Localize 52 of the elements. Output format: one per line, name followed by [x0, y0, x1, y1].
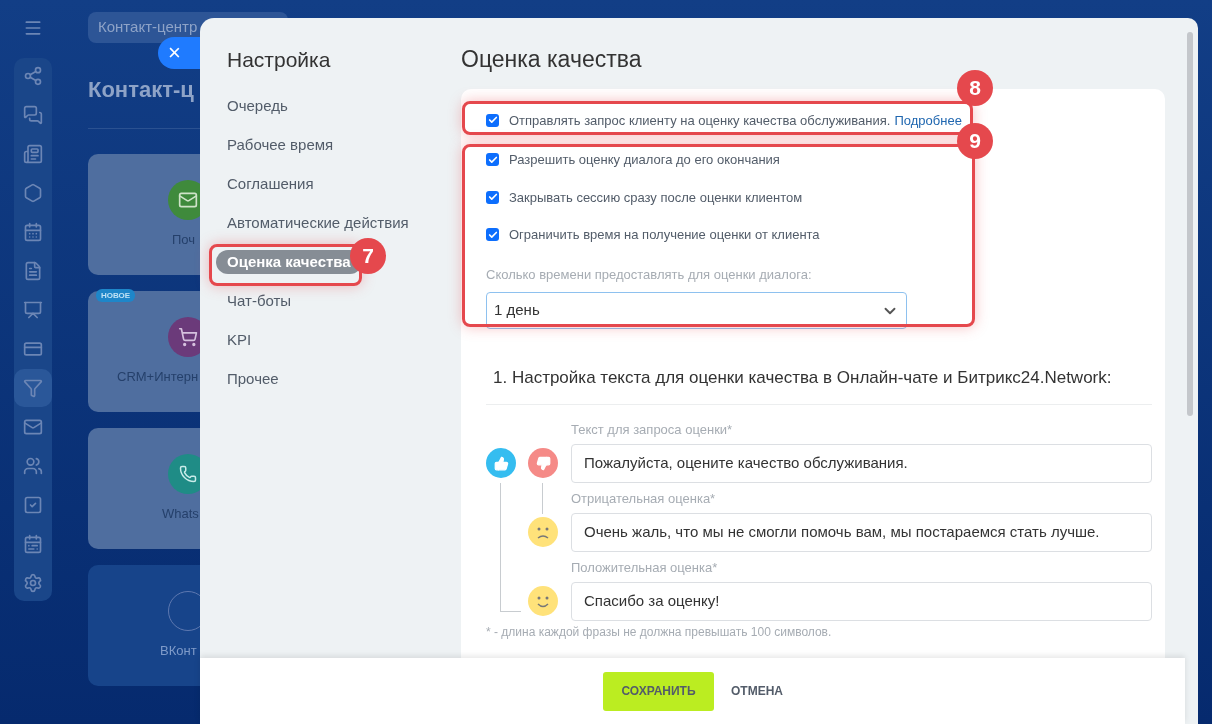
- board-icon[interactable]: [23, 300, 43, 320]
- checkbox[interactable]: [486, 113, 499, 127]
- text-field[interactable]: Очень жаль, что мы не смогли помочь вам, мы постараемся стать лучше.: [571, 512, 1152, 552]
- mail-icon[interactable]: [23, 417, 43, 437]
- smile-face-icon: [528, 586, 558, 616]
- panel-title: Оценка качества: [461, 45, 642, 74]
- nav-item[interactable]: Рабочее время: [227, 134, 334, 155]
- dislike-icon: [528, 448, 558, 478]
- news-icon[interactable]: [23, 144, 43, 164]
- sad-face-icon: [528, 517, 558, 547]
- new-badge: НОВОЕ: [96, 289, 136, 302]
- field-label: Текст для запроса оценки*: [571, 421, 733, 437]
- page-title: Контакт-ц: [88, 76, 194, 104]
- task-icon[interactable]: [23, 495, 43, 515]
- nav-item[interactable]: Автоматические действия: [227, 212, 409, 233]
- nav-item[interactable]: KPI: [227, 329, 252, 350]
- field-label: Сколько времени предоставлять для оценки диалога:: [486, 265, 812, 284]
- footnote: * - длина каждой фразы не должна превышать 100 символов.: [486, 624, 832, 639]
- text-field[interactable]: Спасибо за оценку!: [571, 581, 1152, 621]
- checkbox[interactable]: [486, 153, 499, 167]
- checkbox-label: Ограничить время на получение оценки от клиента: [509, 226, 820, 244]
- save-button[interactable]: СОХРАНИТЬ: [603, 671, 714, 711]
- nodes-icon[interactable]: [23, 66, 43, 86]
- time-select[interactable]: 1 день: [486, 292, 907, 329]
- nav-item[interactable]: Соглашения: [227, 173, 314, 194]
- like-icon: [486, 448, 516, 478]
- card-label: ВКонт: [160, 641, 197, 660]
- settings-icon[interactable]: [23, 573, 43, 593]
- people-icon[interactable]: [23, 456, 43, 476]
- field-label: Отрицательная оценка*: [571, 490, 716, 506]
- schedule-icon[interactable]: [23, 534, 43, 554]
- nav-item[interactable]: Очередь: [227, 95, 288, 116]
- calendar-icon[interactable]: [23, 222, 43, 242]
- scrollbar[interactable]: [1187, 32, 1193, 416]
- field-label: Положительная оценка*: [571, 559, 718, 575]
- checkbox[interactable]: [486, 190, 499, 204]
- checkbox[interactable]: [486, 228, 499, 242]
- close-button[interactable]: ×: [158, 37, 200, 69]
- checkbox-label: Разрешить оценку диалога до его окончания: [509, 151, 780, 169]
- section-title: 1. Настройка текста для оценки качества в Онлайн-чате и Битрикс24.Network:: [493, 367, 1112, 389]
- checkbox-label: Закрывать сессию сразу после оценки клиентом: [509, 188, 803, 207]
- nav-item[interactable]: Прочее: [227, 368, 279, 389]
- funnel-icon[interactable]: [23, 378, 43, 398]
- menu-icon[interactable]: [23, 18, 43, 38]
- checkbox-label: Отправлять запрос клиенту на оценку качества обслуживания.: [509, 111, 891, 130]
- nav-title: Настройка: [227, 47, 331, 73]
- hexagon-icon[interactable]: [23, 183, 43, 203]
- nav-item[interactable]: Чат-боты: [227, 290, 292, 311]
- document-icon[interactable]: [23, 261, 43, 281]
- card-icon[interactable]: [23, 339, 43, 359]
- text-field[interactable]: Пожалуйста, оцените качество обслуживания.: [571, 443, 1152, 483]
- cancel-button[interactable]: ОТМЕНА: [731, 682, 783, 700]
